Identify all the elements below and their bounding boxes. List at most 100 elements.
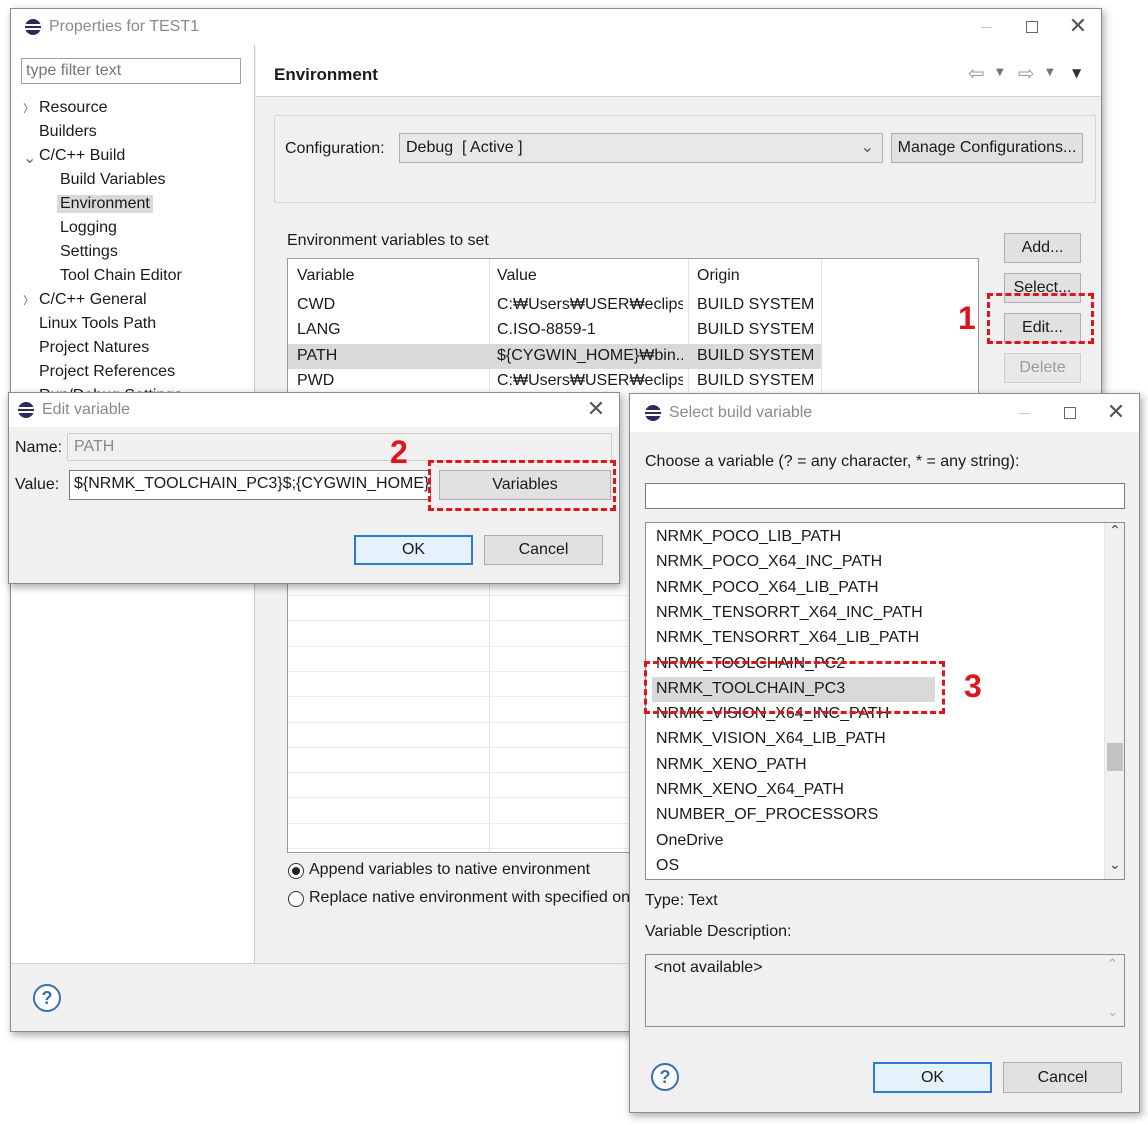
type-label: Type: Text <box>645 892 718 909</box>
back-menu-icon[interactable]: ▼ <box>996 67 1004 78</box>
section-title: Environment <box>274 65 378 84</box>
annotation-box-2 <box>428 460 616 511</box>
name-label: Name: <box>15 439 63 456</box>
tree-item[interactable]: Resource <box>39 99 107 117</box>
tree-item[interactable]: Project Natures <box>39 339 149 357</box>
list-item[interactable]: NRMK_POCO_X64_INC_PATH <box>656 553 882 571</box>
list-item[interactable]: NRMK_POCO_LIB_PATH <box>656 528 841 546</box>
select-variable-dialog: Select build variable ✕ Choose a variabl… <box>629 393 1140 1113</box>
list-item[interactable]: NUMBER_OF_PROCESSORS <box>656 806 878 824</box>
list-item[interactable]: NRMK_XENO_PATH <box>656 756 807 774</box>
forward-menu-icon[interactable]: ▼ <box>1046 67 1054 78</box>
list-item[interactable]: NRMK_XENO_X64_PATH <box>656 781 844 799</box>
table-row[interactable]: CWD C:₩Users₩USER₩eclips... BUILD SYSTEM <box>288 293 978 318</box>
select-dialog-titlebar: Select build variable ✕ <box>630 394 1139 432</box>
desc-scroll-down-icon[interactable]: ⌄ <box>1107 1005 1118 1020</box>
replace-label: Replace native environment with specifie… <box>309 889 639 906</box>
tree-item[interactable]: Build Variables <box>60 171 166 189</box>
select-cancel-button[interactable]: Cancel <box>1003 1062 1122 1093</box>
table-row[interactable]: PATH ${CYGWIN_HOME}₩bin... BUILD SYSTEM <box>288 344 978 369</box>
scroll-down-icon[interactable]: ⌄ <box>1109 857 1121 873</box>
help-icon[interactable]: ? <box>33 984 61 1012</box>
section-header: Environment ⇦ ▼ ⇨ ▼ ▼ <box>256 45 1101 97</box>
chevron-right-icon[interactable]: 〉 <box>23 100 34 116</box>
env-vars-label: Environment variables to set <box>287 232 489 249</box>
tree-item[interactable]: Environment <box>57 195 153 213</box>
name-value: PATH <box>74 438 115 455</box>
filter-input[interactable] <box>21 58 241 84</box>
annotation-label-3: 3 <box>964 668 982 704</box>
configuration-label: Configuration: <box>285 140 385 157</box>
minimize-button[interactable] <box>1001 394 1047 432</box>
description-label: Variable Description: <box>645 923 792 940</box>
table-row[interactable]: LANG C.ISO-8859-1 BUILD SYSTEM <box>288 318 978 343</box>
close-button[interactable]: ✕ <box>573 393 619 427</box>
annotation-box-3 <box>644 661 945 714</box>
tree-item[interactable]: Linux Tools Path <box>39 315 156 333</box>
annotation-box-1 <box>987 293 1094 344</box>
col-header-origin[interactable]: Origin <box>697 267 740 285</box>
edit-dialog-title: Edit variable <box>42 401 131 418</box>
cell-variable: PATH <box>297 346 338 364</box>
properties-title: Properties for TEST1 <box>49 18 199 35</box>
description-value: <not available> <box>654 959 763 976</box>
cell-variable: CWD <box>297 296 336 313</box>
cell-origin: BUILD SYSTEM <box>697 296 815 313</box>
cell-variable: PWD <box>297 371 335 389</box>
tree-item[interactable]: Tool Chain Editor <box>60 267 182 285</box>
edit-cancel-button[interactable]: Cancel <box>484 535 603 565</box>
chevron-right-icon[interactable]: 〉 <box>23 292 34 308</box>
tree-item[interactable]: C/C++ Build <box>39 147 125 165</box>
select-ok-button[interactable]: OK <box>873 1062 992 1093</box>
properties-titlebar: Properties for TEST1 ✕ <box>11 9 1101 45</box>
tree-item[interactable]: Settings <box>60 243 118 261</box>
edit-ok-button[interactable]: OK <box>354 535 473 565</box>
cell-origin: BUILD SYSTEM <box>697 321 815 339</box>
minimize-button[interactable] <box>963 9 1009 45</box>
col-header-value[interactable]: Value <box>497 267 537 285</box>
col-header-variable[interactable]: Variable <box>297 267 355 285</box>
tree-item[interactable]: Project References <box>39 363 175 381</box>
help-icon[interactable]: ? <box>651 1063 679 1091</box>
scroll-up-icon[interactable]: ⌃ <box>1109 523 1121 539</box>
tree-item[interactable]: Builders <box>39 123 97 141</box>
configuration-value: Debug [ Active ] <box>406 139 523 156</box>
eclipse-icon <box>645 405 661 421</box>
list-item[interactable]: NRMK_TENSORRT_X64_INC_PATH <box>656 604 923 622</box>
tree-item[interactable]: Logging <box>60 219 117 237</box>
list-item[interactable]: OS <box>656 857 679 875</box>
close-icon: ✕ <box>1068 14 1088 39</box>
back-arrow-icon[interactable]: ⇦ <box>968 61 985 85</box>
cell-value: C:₩Users₩USER₩eclips... <box>497 371 683 389</box>
list-scrollbar[interactable]: ⌃ ⌄ <box>1104 523 1124 879</box>
scroll-thumb[interactable] <box>1107 743 1123 771</box>
maximize-button[interactable] <box>1047 394 1093 432</box>
list-item[interactable]: NRMK_POCO_X64_LIB_PATH <box>656 579 879 597</box>
close-button[interactable]: ✕ <box>1055 9 1101 45</box>
forward-arrow-icon[interactable]: ⇨ <box>1018 61 1035 85</box>
desc-scroll-up-icon[interactable]: ⌃ <box>1107 957 1118 972</box>
add-button[interactable]: Add... <box>1004 233 1081 263</box>
tree-item[interactable]: C/C++ General <box>39 291 147 309</box>
chevron-down-icon[interactable]: ⌄ <box>23 148 36 167</box>
list-item[interactable]: NRMK_VISION_X64_LIB_PATH <box>656 730 886 748</box>
list-item[interactable]: NRMK_TENSORRT_X64_LIB_PATH <box>656 629 919 647</box>
value-label: Value: <box>15 476 60 493</box>
cell-value: C.ISO-8859-1 <box>497 321 596 339</box>
replace-radio[interactable] <box>288 891 304 907</box>
append-radio[interactable] <box>288 863 304 879</box>
cell-value: ${CYGWIN_HOME}₩bin... <box>497 346 683 364</box>
maximize-button[interactable] <box>1009 9 1055 45</box>
list-item[interactable]: OneDrive <box>656 832 724 850</box>
edit-dialog-titlebar: Edit variable ✕ <box>9 393 619 427</box>
value-text: ${NRMK_TOOLCHAIN_PC3}$;{CYGWIN_HOME}₩bin <box>74 475 431 492</box>
delete-button[interactable]: Delete <box>1004 353 1081 383</box>
variable-search-input[interactable] <box>645 483 1125 509</box>
configuration-select[interactable]: Debug [ Active ] ⌄ <box>399 133 883 163</box>
table-row[interactable]: PWD C:₩Users₩USER₩eclips... BUILD SYSTEM <box>288 369 978 394</box>
manage-configurations-button[interactable]: Manage Configurations... <box>891 133 1083 163</box>
close-button[interactable]: ✕ <box>1093 394 1139 432</box>
value-field[interactable]: ${NRMK_TOOLCHAIN_PC3}$;{CYGWIN_HOME}₩bin <box>69 470 431 500</box>
view-menu-icon[interactable]: ▼ <box>1072 66 1081 80</box>
cell-variable: LANG <box>297 321 341 339</box>
